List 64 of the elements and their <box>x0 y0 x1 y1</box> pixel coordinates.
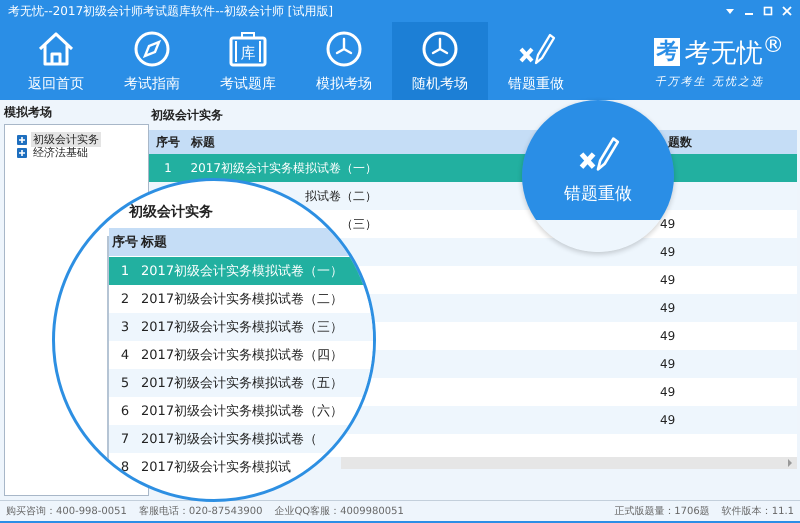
table-cell: 2017初级会计实务模拟试卷（一） <box>190 160 377 174</box>
maximize-icon[interactable] <box>763 6 773 16</box>
table-cell: 49 <box>660 385 676 399</box>
table-cell: 49 <box>660 273 676 287</box>
status-text: 企业QQ客服：4009980051 <box>274 504 404 518</box>
compass-icon <box>132 29 172 69</box>
table-cell: 拟试卷（二） <box>305 188 377 202</box>
table-cell-text: 3 <box>120 320 130 334</box>
table-cell-text: 8 <box>120 460 130 474</box>
table-cell-text: 6 <box>120 404 130 418</box>
clock-icon <box>420 29 460 69</box>
table-cell-text: 2 <box>120 292 130 306</box>
table-cell: 49 <box>660 217 676 231</box>
table-cell: 49 <box>660 245 676 259</box>
table-cell-text: 2017初级会计实务模拟试卷（三） <box>141 319 344 336</box>
expand-icon[interactable] <box>17 148 27 158</box>
table-caption: 初级会计实务 <box>150 107 224 124</box>
table-cell: 1 <box>164 161 172 175</box>
table-cell: 49 <box>660 329 676 343</box>
badge-label: 错题重做 <box>564 183 632 205</box>
status-text: 正式版题量：1706题 <box>614 504 710 518</box>
table-cell-text: 2017初级会计实务模拟试卷（五） <box>141 375 344 392</box>
column-header: 序号 <box>155 134 181 150</box>
table-cell-text: 2017初级会计实务模拟试卷（一） <box>141 263 344 280</box>
toolbar-button[interactable]: 返回首页 <box>8 22 104 100</box>
clock-icon <box>324 29 364 69</box>
panel-title: 模拟考场 <box>4 104 53 121</box>
table-cell: 49 <box>660 301 676 315</box>
status-text: 购买咨询：400-998-0051 <box>6 505 127 518</box>
horizontal-scrollbar[interactable] <box>341 457 797 469</box>
status-text: 客服电话：020-87543900 <box>138 504 262 518</box>
expand-icon[interactable] <box>17 134 27 144</box>
window-title: 考无忧--2017初级会计师考试题库软件--初级会计师 [试用版] <box>8 2 334 20</box>
toolbar-button[interactable]: 模拟考场 <box>296 22 392 100</box>
column-header: 题数 <box>667 134 693 150</box>
table-cell-text: 1 <box>120 264 130 278</box>
column-header: 标题 <box>141 234 167 251</box>
scroll-right-icon[interactable] <box>787 459 793 467</box>
table-cell-text: 2017初级会计实务模拟试卷（二） <box>141 291 344 308</box>
tree-item[interactable]: 初级会计实务 <box>31 132 101 147</box>
table-cell-text: 5 <box>120 376 130 390</box>
table-cell: （三） <box>341 216 377 230</box>
close-icon[interactable] <box>782 6 792 16</box>
column-header: 标题 <box>190 134 216 150</box>
toolbar-button[interactable]: 错题重做 <box>488 22 584 100</box>
toolbar-button[interactable]: 随机考场 <box>392 22 488 100</box>
table-cell-text: 2017初级会计实务模拟试 <box>141 459 292 476</box>
tree-item[interactable]: 经济法基础 <box>31 145 90 160</box>
logo-name: 考无忧$^{®}$ <box>684 33 784 71</box>
table-cell: 49 <box>660 413 676 427</box>
logo-slogan: 千万考生 无忧之选 <box>654 74 764 89</box>
table-cell: 49 <box>660 357 676 371</box>
status-text: 软件版本：11.1 <box>722 504 794 518</box>
column-header: 序号 <box>111 234 139 251</box>
table-cell-text: 4 <box>120 348 130 362</box>
table-cell-text: 2017初级会计实务模拟试卷（四） <box>141 347 344 364</box>
table-cell-text: 7 <box>120 432 130 446</box>
table-cell-text: 2017初级会计实务模拟试卷（ <box>141 431 318 448</box>
dropdown-icon[interactable] <box>725 6 735 16</box>
table-caption: 初级会计实务 <box>129 203 213 221</box>
toolbar-button[interactable]: 库 考试题库 <box>200 22 296 100</box>
table-cell-text: 2017初级会计实务模拟试卷（六） <box>141 403 344 420</box>
toolbar-button[interactable]: 考试指南 <box>104 22 200 100</box>
logo-mark: 考 <box>654 38 680 66</box>
